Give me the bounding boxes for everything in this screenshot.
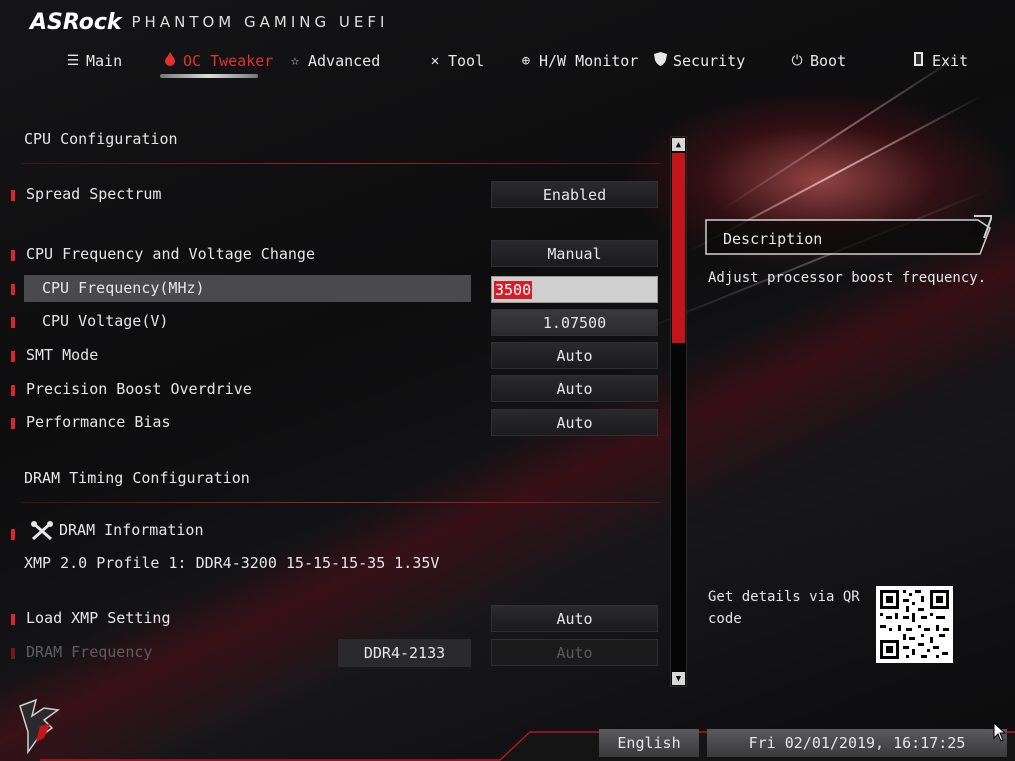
list-icon: ☰ [66, 53, 80, 69]
power-icon: ⏻ [791, 53, 803, 69]
tab-oc-tweaker[interactable]: OC Tweaker [163, 48, 273, 74]
active-tab-indicator [160, 74, 258, 78]
scroll-thumb[interactable] [672, 153, 685, 343]
qr-code-icon [876, 586, 953, 663]
dram-frequency-value: Auto [491, 639, 658, 666]
description-title: Description [723, 230, 823, 248]
smt-mode-label[interactable]: SMT Mode [26, 346, 98, 364]
xmp-profile-info: XMP 2.0 Profile 1: DDR4-3200 15-15-15-35… [24, 554, 440, 572]
tab-label: Security [673, 52, 746, 70]
tab-label: Tool [448, 52, 485, 70]
cpu-frequency-value: 3500 [494, 280, 533, 299]
cpu-voltage-value[interactable]: 1.07500 [491, 309, 658, 336]
main-nav: ☰ Main OC Tweaker ☆ Advanced ✕ Tool ⊕ H/… [0, 48, 1015, 80]
tab-label: Boot [810, 52, 847, 70]
row-marker [11, 317, 15, 328]
tools-icon [31, 521, 53, 545]
spread-spectrum-value[interactable]: Enabled [491, 181, 658, 208]
cpu-frequency-input[interactable]: 3500 [491, 276, 658, 303]
cpu-freq-voltage-change-value[interactable]: Manual [491, 240, 658, 267]
brand-subtitle: PHANTOM GAMING UEFI [131, 13, 389, 31]
exit-door-icon [912, 52, 926, 70]
tab-tool[interactable]: ✕ Tool [428, 48, 484, 74]
dram-section-title: DRAM Timing Configuration [24, 469, 250, 487]
description-text: Adjust processor boost frequency. [708, 270, 987, 286]
cpu-freq-voltage-change-label[interactable]: CPU Frequency and Voltage Change [26, 245, 315, 263]
tab-label: Exit [932, 52, 969, 70]
star-icon: ☆ [290, 53, 300, 69]
shield-icon [653, 52, 667, 70]
cpu-voltage-label[interactable]: CPU Voltage(V) [42, 312, 168, 330]
section-divider [22, 163, 660, 164]
load-xmp-setting-value[interactable]: Auto [491, 605, 658, 632]
load-xmp-setting-label[interactable]: Load XMP Setting [26, 609, 171, 627]
tab-exit[interactable]: Exit [912, 48, 968, 74]
header-logo: ASRock PHANTOM GAMING UEFI [30, 9, 389, 35]
performance-bias-value[interactable]: Auto [491, 409, 658, 436]
row-marker [11, 351, 15, 362]
settings-scrollbar[interactable]: ▲ ▼ [670, 136, 687, 687]
tools-icon: ✕ [430, 53, 440, 69]
language-button[interactable]: English [599, 729, 699, 757]
tab-label: Main [86, 52, 123, 70]
row-marker [11, 190, 15, 201]
dram-information-label[interactable]: DRAM Information [59, 521, 204, 539]
tab-hw-monitor[interactable]: ⊕ H/W Monitor [519, 48, 639, 74]
cpu-frequency-label[interactable]: CPU Frequency(MHz) [42, 279, 205, 297]
qr-caption: Get details via QR code [708, 589, 860, 627]
row-marker [11, 284, 15, 295]
scroll-down-icon[interactable]: ▼ [672, 672, 685, 685]
scroll-up-icon[interactable]: ▲ [672, 138, 685, 151]
smt-mode-value[interactable]: Auto [491, 342, 658, 369]
tab-main[interactable]: ☰ Main [66, 48, 122, 74]
brand-name: ASRock [30, 9, 122, 35]
row-marker [11, 648, 15, 659]
row-marker [11, 529, 15, 540]
dram-frequency-label: DRAM Frequency [26, 643, 153, 661]
tab-boot[interactable]: ⏻ Boot [790, 48, 846, 74]
tab-label: OC Tweaker [183, 52, 274, 70]
mouse-cursor-icon [993, 722, 1007, 742]
tab-security[interactable]: Security [653, 48, 745, 74]
precision-boost-overdrive-label[interactable]: Precision Boost Overdrive [26, 380, 252, 398]
precision-boost-overdrive-value[interactable]: Auto [491, 375, 658, 402]
datetime-display: Fri 02/01/2019, 16:17:25 [707, 729, 1007, 757]
tab-advanced[interactable]: ☆ Advanced [288, 48, 380, 74]
tab-label: H/W Monitor [539, 52, 639, 70]
row-marker [11, 250, 15, 261]
tab-label: Advanced [308, 52, 381, 70]
spread-spectrum-label[interactable]: Spread Spectrum [26, 185, 161, 203]
section-divider [22, 502, 660, 503]
performance-bias-label[interactable]: Performance Bias [26, 413, 171, 431]
row-marker [11, 385, 15, 396]
crosshair-icon: ⊕ [521, 53, 531, 69]
row-marker [11, 418, 15, 429]
cpu-section-title: CPU Configuration [24, 130, 178, 148]
row-marker [11, 614, 15, 625]
flame-icon [163, 52, 177, 70]
dram-frequency-current: DDR4-2133 [338, 639, 471, 667]
